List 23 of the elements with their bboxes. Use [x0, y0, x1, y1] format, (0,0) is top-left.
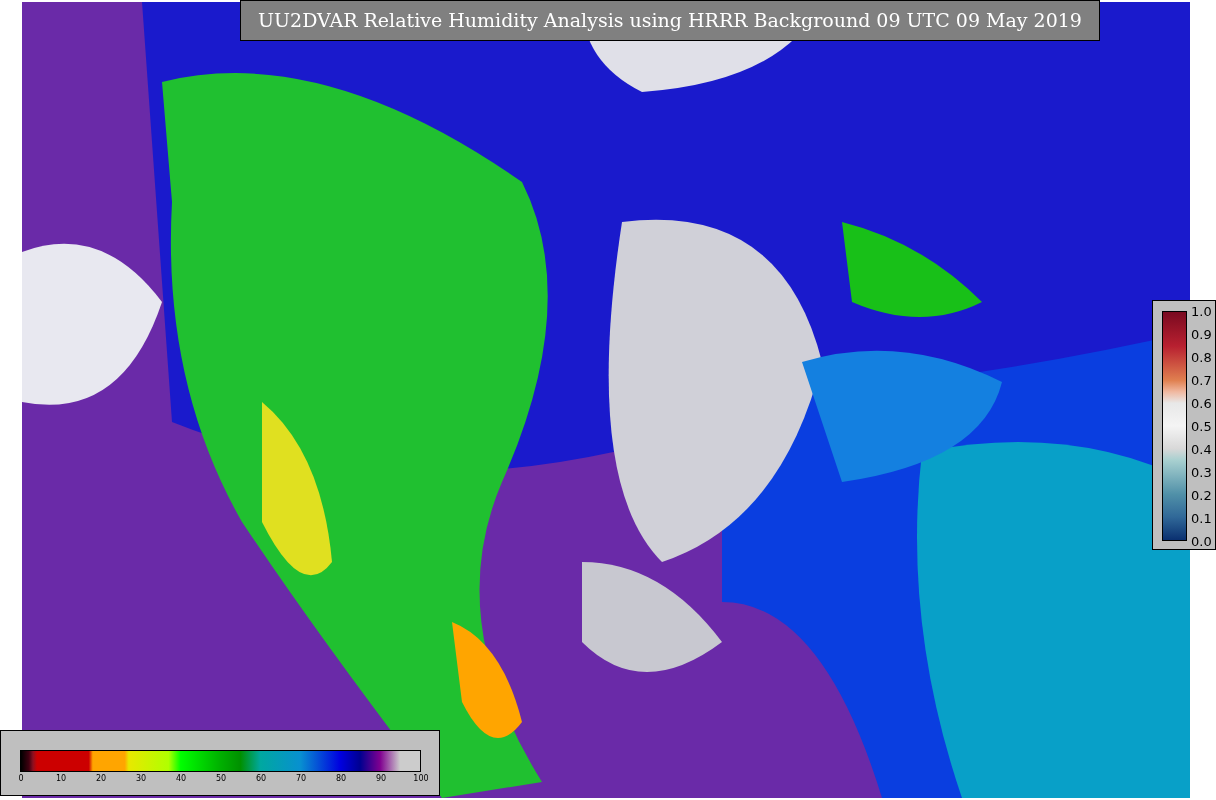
colorbar-tick-label: 0.4 — [1191, 442, 1212, 456]
colorbar-tick-label: 50 — [215, 775, 227, 783]
colorbar-tick-label: 0.6 — [1191, 396, 1212, 410]
colorbar-tick-label: 80 — [335, 775, 347, 783]
colorbar-tick-label: 40 — [175, 775, 187, 783]
colorbar-tick-label: 70 — [295, 775, 307, 783]
colorbar-tick-label: 0.8 — [1191, 350, 1212, 364]
colorbar-tick-label: 0.0 — [1191, 534, 1212, 548]
colorbar-tick-label: 0.9 — [1191, 327, 1212, 341]
colorbar-tick-label: 90 — [375, 775, 387, 783]
colorbar-tick-label: 1.0 — [1191, 304, 1212, 318]
colorbar-tick-label: 60 — [255, 775, 267, 783]
colorbar-tick-label: 0.2 — [1191, 488, 1212, 502]
colorbar-tick-label: 0.5 — [1191, 419, 1212, 433]
map-title: UU2DVAR Relative Humidity Analysis using HRRR Background 09 UTC 09 May 2019 — [240, 0, 1100, 41]
colorbar-tick-label: 0 — [18, 775, 24, 783]
colorbar-tick-label: 10 — [55, 775, 67, 783]
colorbar-tick-label: 0.1 — [1191, 511, 1212, 525]
colorbar-tick-label: 0.3 — [1191, 465, 1212, 479]
colorbar-tick-label: 20 — [95, 775, 107, 783]
colorbar-tick-label: 0.7 — [1191, 373, 1212, 387]
colorbar-tick-label: 100 — [413, 775, 429, 783]
colorbar-tick-label: 30 — [135, 775, 147, 783]
